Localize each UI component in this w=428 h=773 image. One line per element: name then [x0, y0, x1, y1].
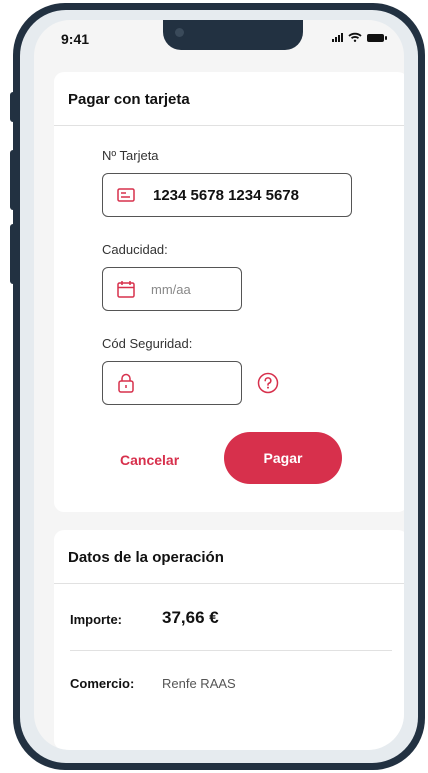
merchant-value: Renfe RAAS — [162, 676, 236, 691]
status-icons — [332, 32, 387, 42]
payment-card: Pagar con tarjeta Nº Tarjeta 1234 5678 1… — [54, 72, 404, 512]
security-code-label: Cód Seguridad: — [102, 336, 193, 351]
credit-card-icon — [115, 184, 137, 206]
expiry-placeholder: mm/aa — [151, 281, 191, 297]
lock-icon — [115, 372, 137, 394]
security-code-field[interactable] — [102, 361, 242, 405]
pay-button[interactable]: Pagar — [224, 432, 342, 484]
payment-title: Pagar con tarjeta — [68, 91, 190, 108]
signal-icon — [332, 32, 343, 42]
card-number-label: Nº Tarjeta — [102, 148, 159, 163]
wifi-icon — [348, 32, 362, 42]
canvas: 9:41 Pagar con tarjeta Nº Tarjeta 1234 5… — [0, 0, 428, 773]
divider — [54, 583, 404, 584]
help-circle-icon[interactable] — [257, 372, 279, 394]
notch — [163, 20, 303, 50]
phone-screen: 9:41 Pagar con tarjeta Nº Tarjeta 1234 5… — [34, 20, 404, 750]
expiry-field[interactable]: mm/aa — [102, 267, 242, 311]
row-divider — [70, 650, 392, 651]
amount-label: Importe: — [70, 612, 122, 627]
camera-icon — [175, 28, 184, 37]
cancel-button[interactable]: Cancelar — [120, 452, 179, 468]
amount-value: 37,66 € — [162, 608, 219, 627]
operation-card: Datos de la operación Importe: 37,66 € C… — [54, 530, 404, 750]
status-time: 9:41 — [61, 31, 90, 47]
expiry-label: Caducidad: — [102, 242, 168, 257]
calendar-icon — [115, 278, 137, 300]
battery-icon — [367, 34, 387, 42]
card-number-value: 1234 5678 1234 5678 — [153, 186, 299, 204]
operation-title: Datos de la operación — [68, 549, 224, 566]
divider — [54, 125, 404, 126]
card-number-field[interactable]: 1234 5678 1234 5678 — [102, 173, 352, 217]
merchant-label: Comercio: — [70, 676, 135, 691]
